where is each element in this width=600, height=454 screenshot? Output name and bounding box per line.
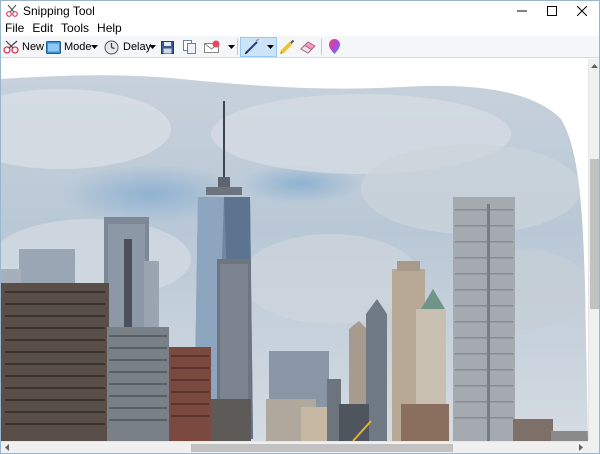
horizontal-scrollbar[interactable]: [1, 441, 588, 453]
delay-dropdown-caret[interactable]: [147, 38, 157, 56]
vertical-scroll-thumb[interactable]: [590, 159, 599, 309]
paint3d-icon: [329, 39, 340, 54]
new-snip-icon: [3, 40, 19, 54]
pen-button[interactable]: [244, 38, 260, 56]
eraser-button[interactable]: [300, 38, 316, 56]
window-title: Snipping Tool: [23, 4, 95, 18]
mode-label: Mode: [64, 41, 92, 53]
pen-icon: [244, 39, 260, 55]
delay-clock-icon: [104, 40, 119, 54]
chevron-down-icon: [148, 45, 156, 49]
scroll-left-button[interactable]: [2, 442, 12, 452]
copy-icon: [183, 40, 196, 54]
scrollbar-corner: [588, 441, 599, 453]
edit-with-paint3d-button[interactable]: [328, 38, 341, 56]
highlighter-button[interactable]: [279, 38, 295, 56]
send-dropdown-caret[interactable]: [226, 38, 236, 56]
toolbar-separator: [321, 39, 322, 55]
close-icon: [577, 6, 587, 16]
maximize-icon: [547, 6, 557, 16]
copy-button[interactable]: [183, 38, 196, 56]
save-icon: [161, 40, 174, 54]
menu-bar: File Edit Tools Help: [1, 21, 599, 36]
save-button[interactable]: [161, 38, 174, 56]
send-email-icon: [204, 40, 220, 53]
chevron-down-icon: [90, 45, 98, 49]
mode-button[interactable]: Mode: [46, 38, 92, 56]
title-bar[interactable]: Snipping Tool: [1, 1, 599, 21]
menu-edit[interactable]: Edit: [28, 21, 57, 36]
send-snip-button[interactable]: [204, 38, 221, 56]
snipping-tool-window: Snipping Tool File Edit Tools Help New M…: [0, 0, 600, 454]
delay-button[interactable]: Delay: [104, 38, 151, 56]
minimize-button[interactable]: [507, 1, 537, 21]
minimize-icon: [517, 10, 527, 12]
menu-tools[interactable]: Tools: [57, 21, 93, 36]
toolbar-separator: [237, 39, 238, 55]
chevron-left-icon: [5, 443, 9, 451]
snip-image: [1, 75, 588, 441]
new-snip-button[interactable]: New: [3, 38, 44, 56]
close-button[interactable]: [567, 1, 597, 21]
horizontal-scroll-thumb[interactable]: [191, 444, 453, 452]
pen-dropdown-caret[interactable]: [265, 38, 275, 56]
scissors-icon: [6, 4, 18, 17]
eraser-icon: [300, 41, 316, 54]
menu-help[interactable]: Help: [93, 21, 126, 36]
chevron-right-icon: [579, 443, 583, 451]
vertical-scrollbar[interactable]: [588, 59, 599, 441]
mode-icon: [46, 40, 61, 54]
chevron-up-icon: [590, 64, 598, 68]
scroll-up-button[interactable]: [589, 61, 599, 71]
toolbar: New Mode Delay: [1, 36, 599, 58]
highlighter-icon: [279, 39, 295, 55]
mode-dropdown-caret[interactable]: [89, 38, 99, 56]
snip-canvas[interactable]: [1, 59, 588, 441]
scroll-right-button[interactable]: [576, 442, 586, 452]
chevron-down-icon: [266, 45, 274, 49]
maximize-button[interactable]: [537, 1, 567, 21]
new-label: New: [22, 41, 45, 53]
chevron-down-icon: [227, 45, 235, 49]
menu-file[interactable]: File: [1, 21, 28, 36]
